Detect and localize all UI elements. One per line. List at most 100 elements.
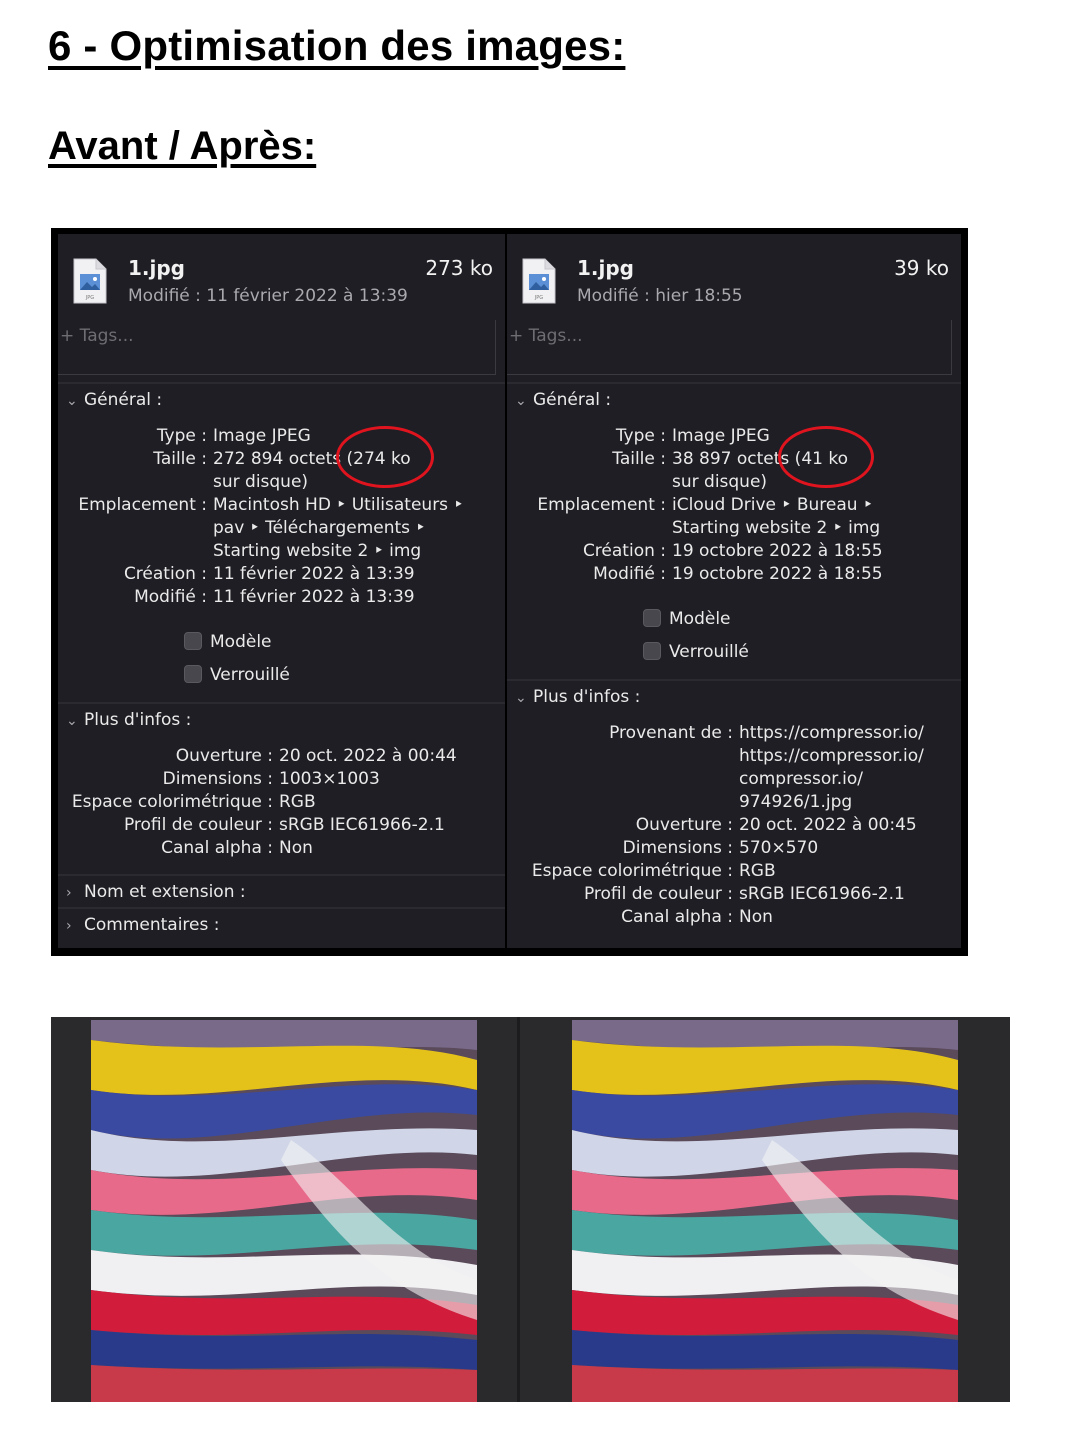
info-key: Type : — [615, 426, 666, 446]
info-row: Canal alpha : Non — [58, 837, 313, 860]
info-key: Profil de couleur : — [123, 815, 273, 835]
modified-line: Modifié : hier 18:55 — [577, 286, 743, 306]
info-value: Starting website 2 ‣ img — [672, 518, 881, 538]
info-key: Ouverture : — [635, 815, 733, 835]
info-key: Taille : — [612, 449, 666, 469]
file-size: 273 ko — [425, 256, 493, 280]
jpeg-file-icon: JPG — [73, 258, 107, 304]
divider — [58, 382, 505, 384]
info-row: Création : 11 février 2022 à 13:39 — [58, 563, 415, 586]
info-row: Ouverture : 20 oct. 2022 à 00:44 — [58, 745, 457, 768]
info-row: Canal alpha : Non — [507, 906, 773, 929]
info-row: Dimensions : 570×570 — [507, 837, 819, 860]
info-value: 1003×1003 — [279, 769, 380, 789]
checkbox-template[interactable]: Modèle — [184, 632, 272, 652]
info-row: Type : Image JPEG — [58, 425, 311, 448]
info-value: iCloud Drive ‣ Bureau ‣ — [672, 495, 873, 515]
divider — [58, 702, 505, 704]
info-value: Non — [279, 838, 313, 858]
info-value: pav ‣ Téléchargements ‣ — [213, 518, 426, 538]
highlight-circle — [336, 426, 434, 488]
section-comments-toggle[interactable]: › Commentaires : — [66, 915, 220, 935]
section-title: Général : — [84, 390, 163, 410]
section-name-extension-toggle[interactable]: › Nom et extension : — [66, 882, 246, 902]
info-value: RGB — [739, 861, 776, 881]
info-value: Image JPEG — [213, 426, 311, 446]
info-row: sur disque) — [507, 471, 767, 494]
jpeg-file-icon: JPG — [522, 258, 556, 304]
info-value: 11 février 2022 à 13:39 — [213, 564, 415, 584]
divider — [507, 679, 961, 681]
chevron-right-icon: › — [66, 918, 72, 934]
info-key: Emplacement : — [537, 495, 666, 515]
info-panel-before: JPG 1.jpg 273 ko Modifié : 11 février 20… — [58, 234, 505, 948]
info-value: 974926/1.jpg — [739, 792, 853, 812]
info-key: Modifié : — [593, 564, 666, 584]
section-general-toggle[interactable]: ⌄ Général : — [66, 390, 162, 410]
info-row: Espace colorimétrique : RGB — [507, 860, 776, 883]
checkbox-label: Modèle — [210, 632, 272, 652]
section-title: Plus d'infos : — [533, 687, 641, 707]
chevron-down-icon: ⌄ — [515, 690, 527, 706]
magazines-photo-after — [572, 1020, 958, 1402]
info-key: Espace colorimétrique : — [531, 861, 733, 881]
info-value: 20 oct. 2022 à 00:45 — [739, 815, 917, 835]
section-general-toggle[interactable]: ⌄ Général : — [515, 390, 611, 410]
info-key: Canal alpha : — [621, 907, 733, 927]
section-title: Commentaires : — [84, 915, 220, 935]
page-subheading: Avant / Après: — [48, 124, 317, 168]
info-panel-after: JPG 1.jpg 39 ko Modifié : hier 18:55 + T… — [507, 234, 961, 948]
section-more-toggle[interactable]: ⌄ Plus d'infos : — [515, 687, 640, 707]
info-value: sRGB IEC61966-2.1 — [739, 884, 905, 904]
info-key: Provenant de : — [609, 723, 733, 743]
tags-placeholder: + Tags... — [60, 326, 134, 346]
info-value: 11 février 2022 à 13:39 — [213, 587, 415, 607]
tags-field[interactable]: + Tags... — [58, 320, 496, 375]
section-more-toggle[interactable]: ⌄ Plus d'infos : — [66, 710, 191, 730]
info-row: Espace colorimétrique : RGB — [58, 791, 316, 814]
info-value: Image JPEG — [672, 426, 770, 446]
info-value: sur disque) — [672, 472, 768, 492]
info-value: compressor.io/ — [739, 769, 863, 789]
divider — [58, 874, 505, 876]
chevron-right-icon: › — [66, 885, 72, 901]
info-value: https://compressor.io/ — [739, 746, 924, 766]
chevron-down-icon: ⌄ — [66, 393, 78, 409]
info-row: Emplacement : Macintosh HD ‣ Utilisateurs… — [58, 494, 463, 517]
info-key: Dimensions : — [162, 769, 273, 789]
info-screenshot: JPG 1.jpg 273 ko Modifié : 11 février 20… — [51, 228, 968, 956]
info-row: 974926/1.jpg — [507, 791, 852, 814]
checkbox-locked[interactable]: Verrouillé — [184, 665, 290, 685]
checkbox-locked[interactable]: Verrouillé — [643, 642, 749, 662]
info-row: Provenant de : https://compressor.io/ — [507, 722, 924, 745]
info-key: Espace colorimétrique : — [71, 792, 273, 812]
info-key: Emplacement : — [78, 495, 207, 515]
info-value: https://compressor.io/ — [739, 723, 924, 743]
divider — [58, 907, 505, 909]
section-title: Nom et extension : — [84, 882, 246, 902]
info-value: RGB — [279, 792, 316, 812]
info-key: Modifié : — [134, 587, 207, 607]
info-value: 20 oct. 2022 à 00:44 — [279, 746, 457, 766]
checkbox-icon — [643, 609, 661, 627]
info-row: compressor.io/ — [507, 768, 863, 791]
checkbox-label: Modèle — [669, 609, 731, 629]
tags-field[interactable]: + Tags... — [507, 320, 952, 375]
svg-text:JPG: JPG — [85, 295, 94, 301]
info-row: Emplacement : iCloud Drive ‣ Bureau ‣ — [507, 494, 873, 517]
info-value: Macintosh HD ‣ Utilisateurs ‣ — [213, 495, 464, 515]
info-row: Profil de couleur : sRGB IEC61966-2.1 — [58, 814, 445, 837]
tags-placeholder: + Tags... — [509, 326, 583, 346]
info-key: Profil de couleur : — [583, 884, 733, 904]
info-row: Création : 19 octobre 2022 à 18:55 — [507, 540, 883, 563]
checkbox-icon — [643, 642, 661, 660]
magazines-photo-before — [91, 1020, 477, 1402]
checkbox-label: Verrouillé — [669, 642, 749, 662]
info-row: Profil de couleur : sRGB IEC61966-2.1 — [507, 883, 905, 906]
checkbox-icon — [184, 632, 202, 650]
info-value: Non — [739, 907, 773, 927]
image-divider — [517, 1017, 520, 1402]
checkbox-template[interactable]: Modèle — [643, 609, 731, 629]
info-key: Création : — [582, 541, 666, 561]
modified-line: Modifié : 11 février 2022 à 13:39 — [128, 286, 408, 306]
